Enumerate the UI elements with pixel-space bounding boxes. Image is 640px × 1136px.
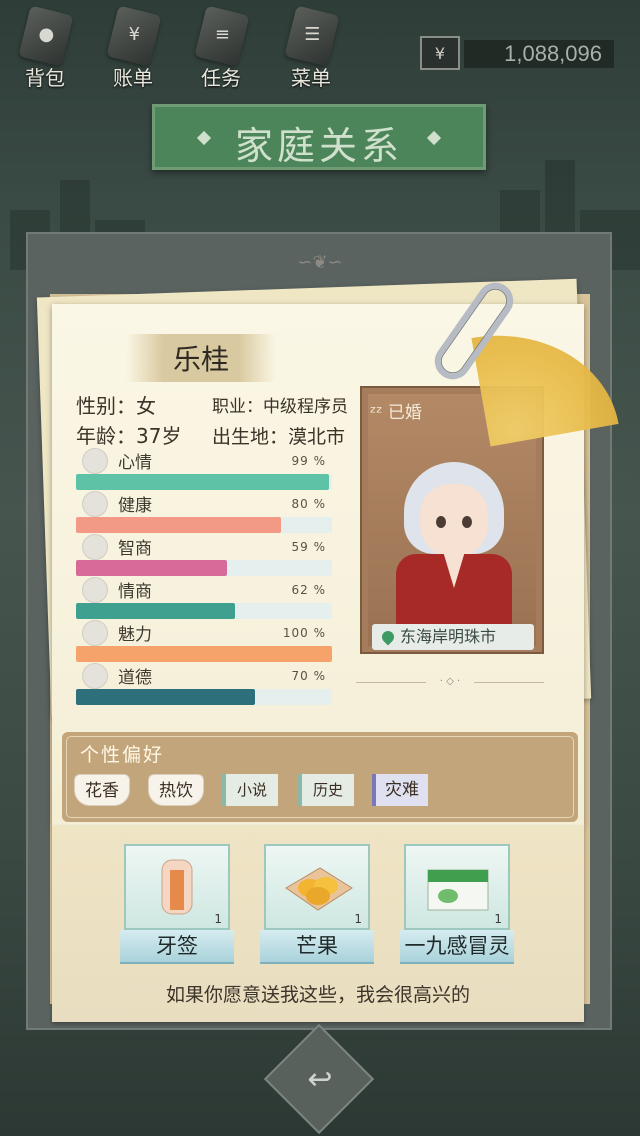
stat-track <box>76 603 332 619</box>
preference-tag: 小说 <box>222 774 278 806</box>
menu-menu[interactable]: ☰ 菜单 <box>276 5 346 90</box>
gift-slot: 1 <box>124 844 230 930</box>
toothpick-icon <box>161 859 193 915</box>
preferences-panel: 个性偏好 花香 热饮 小说 历史 灾难 <box>62 732 578 822</box>
character-eye <box>462 516 472 528</box>
stat-track <box>76 474 332 490</box>
sleep-icon: ᶻᶻ <box>370 403 383 423</box>
age-text: 年龄：37岁 <box>76 424 182 448</box>
stat-label: 智商 <box>118 539 152 559</box>
stat-fill <box>76 646 332 662</box>
stat-fill <box>76 517 281 533</box>
gift-item-cold-medicine[interactable]: 1 一九感冒灵 <box>400 844 514 964</box>
gift-count: 1 <box>214 912 222 926</box>
gift-item-toothpick[interactable]: 1 牙签 <box>120 844 234 964</box>
menu-task[interactable]: ≡ 任务 <box>186 5 256 90</box>
stat-percent: 99 % <box>291 454 326 468</box>
preference-tag: 历史 <box>298 774 354 806</box>
stat-label: 魅力 <box>118 625 152 645</box>
stat-track <box>76 689 332 705</box>
task-icon: ≡ <box>194 5 250 67</box>
stat-percent: 59 % <box>291 540 326 554</box>
menu-label: 菜单 <box>291 66 331 90</box>
page-title-plate: 家庭关系 <box>152 104 486 170</box>
stat-percent: 62 % <box>291 583 326 597</box>
money-display: ¥ 1,088,096 <box>420 36 620 72</box>
character-face <box>420 484 488 558</box>
character-name: 乐桂 <box>172 343 229 376</box>
stat-track <box>76 517 332 533</box>
smile-icon <box>82 448 108 474</box>
menu-bill[interactable]: ¥ 账单 <box>98 5 168 90</box>
menu-label: 任务 <box>201 66 241 90</box>
marital-status: ᶻᶻ 已婚 <box>370 398 422 423</box>
stat-health: 健康 80 % <box>74 491 334 535</box>
stat-iq: 智商 59 % <box>74 534 334 578</box>
gift-count: 1 <box>494 912 502 926</box>
stat-fill <box>76 474 330 490</box>
location-tag: 东海岸明珠市 <box>372 624 534 650</box>
backpack-icon: ● <box>18 5 74 67</box>
location-text: 东海岸明珠市 <box>400 627 497 646</box>
stat-label: 健康 <box>118 496 152 516</box>
medicine-box-icon <box>427 869 489 911</box>
status-text: 已婚 <box>387 403 422 423</box>
stat-percent: 70 % <box>291 669 326 683</box>
mango-icon <box>285 867 353 911</box>
lightbulb-icon <box>82 534 108 560</box>
scroll-ornament-icon: ∽❦∽ <box>297 252 343 273</box>
stat-eq: 情商 62 % <box>74 577 334 621</box>
money-value: 1,088,096 <box>504 41 602 66</box>
character-eye <box>436 516 446 528</box>
stat-fill <box>76 603 235 619</box>
stat-charm: 魅力 100 % <box>74 620 334 664</box>
birthplace-text: 出生地：漠北市 <box>212 426 346 448</box>
stat-morality: 道德 70 % <box>74 663 334 707</box>
gift-name: 牙签 <box>120 930 234 964</box>
occupation-text: 职业：中级程序员 <box>212 397 348 417</box>
scales-icon <box>82 663 108 689</box>
gift-count: 1 <box>354 912 362 926</box>
stat-track <box>76 560 332 576</box>
menu-icon: ☰ <box>284 5 340 67</box>
menu-label: 账单 <box>113 66 153 90</box>
preferences-title: 个性偏好 <box>80 744 165 766</box>
preference-tag: 花香 <box>74 774 130 806</box>
stat-percent: 100 % <box>282 626 326 640</box>
preference-tag: 热饮 <box>148 774 204 806</box>
stat-label: 道德 <box>118 668 152 688</box>
stat-percent: 80 % <box>291 497 326 511</box>
heart-icon <box>82 491 108 517</box>
stat-fill <box>76 560 228 576</box>
stat-label: 心情 <box>118 453 152 473</box>
stat-mood: 心情 99 % <box>74 448 334 492</box>
apple-icon <box>82 577 108 603</box>
location-pin-icon <box>379 628 397 646</box>
gift-slot: 1 <box>264 844 370 930</box>
yen-icon: ¥ <box>420 36 460 70</box>
gift-item-mango[interactable]: 1 芒果 <box>260 844 374 964</box>
menu-backpack[interactable]: ● 背包 <box>10 5 80 90</box>
gift-name: 芒果 <box>260 930 374 964</box>
gender-text: 性别：女 <box>76 394 156 418</box>
gift-message: 如果你愿意送我这些，我会很高兴的 <box>165 984 470 1006</box>
sparkle-icon <box>82 620 108 646</box>
stat-fill <box>76 689 256 705</box>
menu-label: 背包 <box>25 66 65 90</box>
stat-track <box>76 646 332 662</box>
preference-tag: 灾难 <box>372 774 428 806</box>
bill-icon: ¥ <box>106 5 162 67</box>
divider-ornament-icon: · ◇ · <box>352 676 548 688</box>
gift-name: 一九感冒灵 <box>400 930 514 964</box>
back-arrow-icon: ↩ <box>307 1062 333 1097</box>
gift-slot: 1 <box>404 844 510 930</box>
stat-label: 情商 <box>118 582 152 602</box>
money-bar: 1,088,096 <box>464 40 614 68</box>
